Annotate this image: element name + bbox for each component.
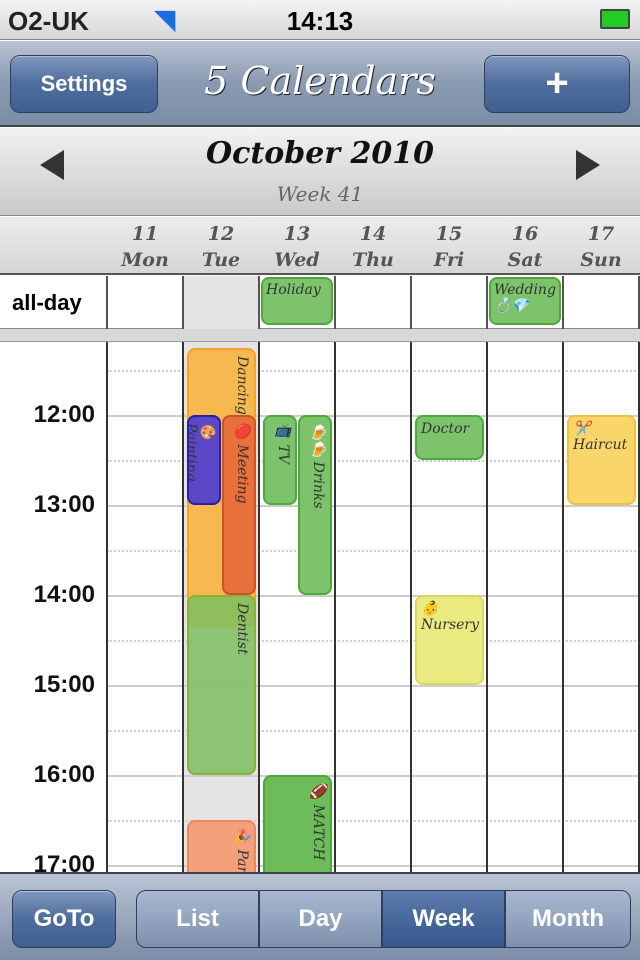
segment-day[interactable]: Day <box>259 890 382 948</box>
hour-label: 17:00 <box>33 851 95 872</box>
half-hour-line <box>107 820 640 822</box>
day-number: 12 <box>207 223 235 245</box>
event-title: 🍺🍺 Drinks <box>310 423 326 509</box>
divider <box>0 329 640 342</box>
segment-list[interactable]: List <box>136 890 259 948</box>
bottom-toolbar: GoTo List Day Week Month <box>0 872 640 960</box>
event-title: 👶 Nursery <box>421 601 480 633</box>
month-title: October 2010 <box>205 136 435 171</box>
all-day-label: all-day <box>12 290 82 315</box>
settings-button[interactable]: Settings <box>10 55 158 113</box>
clock: 14:13 <box>286 6 354 36</box>
event-title: ✂️ Haircut <box>573 421 628 453</box>
day-number: 13 <box>283 223 311 245</box>
column-divider <box>410 276 412 329</box>
week-grid[interactable]: 12:00 13:00 14:00 15:00 16:00 17:00 Dancing 🎨 P… <box>0 342 640 872</box>
column-divider <box>562 342 564 872</box>
day-number: 16 <box>511 223 539 245</box>
status-bar: O2-UK ◥ 14:13 <box>0 0 640 40</box>
day-name: Sat <box>507 249 543 271</box>
hour-label: 14:00 <box>33 581 95 608</box>
battery-icon <box>600 9 630 29</box>
today-highlight <box>184 276 258 329</box>
calendar-event[interactable]: 🍺🍺 Drinks <box>298 415 332 595</box>
navbar: Settings 5 Calendars + <box>0 41 640 127</box>
column-divider <box>486 342 488 872</box>
event-title: 🎨 Painting <box>187 423 215 482</box>
event-title: 🎉 Party <box>234 828 250 872</box>
hour-label: 16:00 <box>33 761 95 788</box>
goto-button[interactable]: GoTo <box>12 890 116 948</box>
day-number: 14 <box>359 223 387 245</box>
calendar-event[interactable]: 🎉 Party <box>187 820 256 872</box>
event-title: Dancing <box>234 355 250 415</box>
event-title: Doctor <box>421 421 470 437</box>
day-number: 15 <box>435 223 463 245</box>
event-title: Dentist <box>234 603 250 655</box>
add-event-button[interactable]: + <box>484 55 630 113</box>
hour-label: 12:00 <box>33 401 95 428</box>
next-week-arrow-icon[interactable] <box>576 150 600 180</box>
calendar-event[interactable]: Dentist <box>187 595 256 775</box>
day-name: Sun <box>580 249 622 271</box>
all-day-event[interactable]: Holiday <box>261 277 333 325</box>
column-divider <box>486 276 488 329</box>
day-header-sun[interactable]: 17 Sun <box>563 221 639 273</box>
column-divider <box>106 276 108 329</box>
day-header-wed[interactable]: 13 Wed <box>259 221 335 273</box>
calendar-event[interactable]: ✂️ Haircut <box>567 415 636 505</box>
calendar-event[interactable]: 🔴 Meeting <box>222 415 256 595</box>
day-header: 11 Mon 12 Tue 13 Wed 14 Thu 15 Fri 16 Sat 17 Sun <box>0 217 640 275</box>
hour-label: 13:00 <box>33 491 95 518</box>
day-name: Tue <box>201 249 241 271</box>
all-day-event[interactable]: Wedding 💍💎 <box>489 277 561 325</box>
column-divider <box>258 276 260 329</box>
column-divider <box>410 342 412 872</box>
day-name: Fri <box>433 249 465 271</box>
segment-week[interactable]: Week <box>382 890 505 948</box>
day-header-thu[interactable]: 14 Thu <box>335 221 411 273</box>
week-number: Week 41 <box>276 182 364 206</box>
event-title: 🏈 MATCH <box>310 783 326 861</box>
column-divider <box>562 276 564 329</box>
column-divider <box>334 342 336 872</box>
calendar-event[interactable]: 👶 Nursery <box>415 595 484 685</box>
day-number: 17 <box>587 223 615 245</box>
day-header-fri[interactable]: 15 Fri <box>411 221 487 273</box>
column-divider <box>334 276 336 329</box>
calendar-event[interactable]: 🏈 MATCH <box>263 775 332 872</box>
hour-line <box>107 775 640 777</box>
event-title: 🔴 Meeting <box>234 423 250 504</box>
day-header-sat[interactable]: 16 Sat <box>487 221 563 273</box>
all-day-row: all-day Holiday Wedding 💍💎 <box>0 276 640 329</box>
calendar-event[interactable]: 📺 TV <box>263 415 297 505</box>
day-name: Wed <box>274 249 320 271</box>
calendar-event[interactable]: 🎨 Painting <box>187 415 221 505</box>
segment-month[interactable]: Month <box>505 890 631 948</box>
column-divider <box>182 342 184 872</box>
month-bar: October 2010 Week 41 <box>0 128 640 216</box>
column-divider <box>258 342 260 872</box>
day-header-tue[interactable]: 12 Tue <box>183 221 259 273</box>
day-name: Thu <box>352 249 394 271</box>
day-header-mon[interactable]: 11 Mon <box>107 221 183 273</box>
day-name: Mon <box>121 249 169 271</box>
app-title: 5 Calendars <box>204 59 436 103</box>
calendar-event[interactable]: Doctor <box>415 415 484 460</box>
event-title: 📺 TV <box>275 423 291 464</box>
column-divider <box>106 342 108 872</box>
hour-label: 15:00 <box>33 671 95 698</box>
day-number: 11 <box>131 223 159 245</box>
